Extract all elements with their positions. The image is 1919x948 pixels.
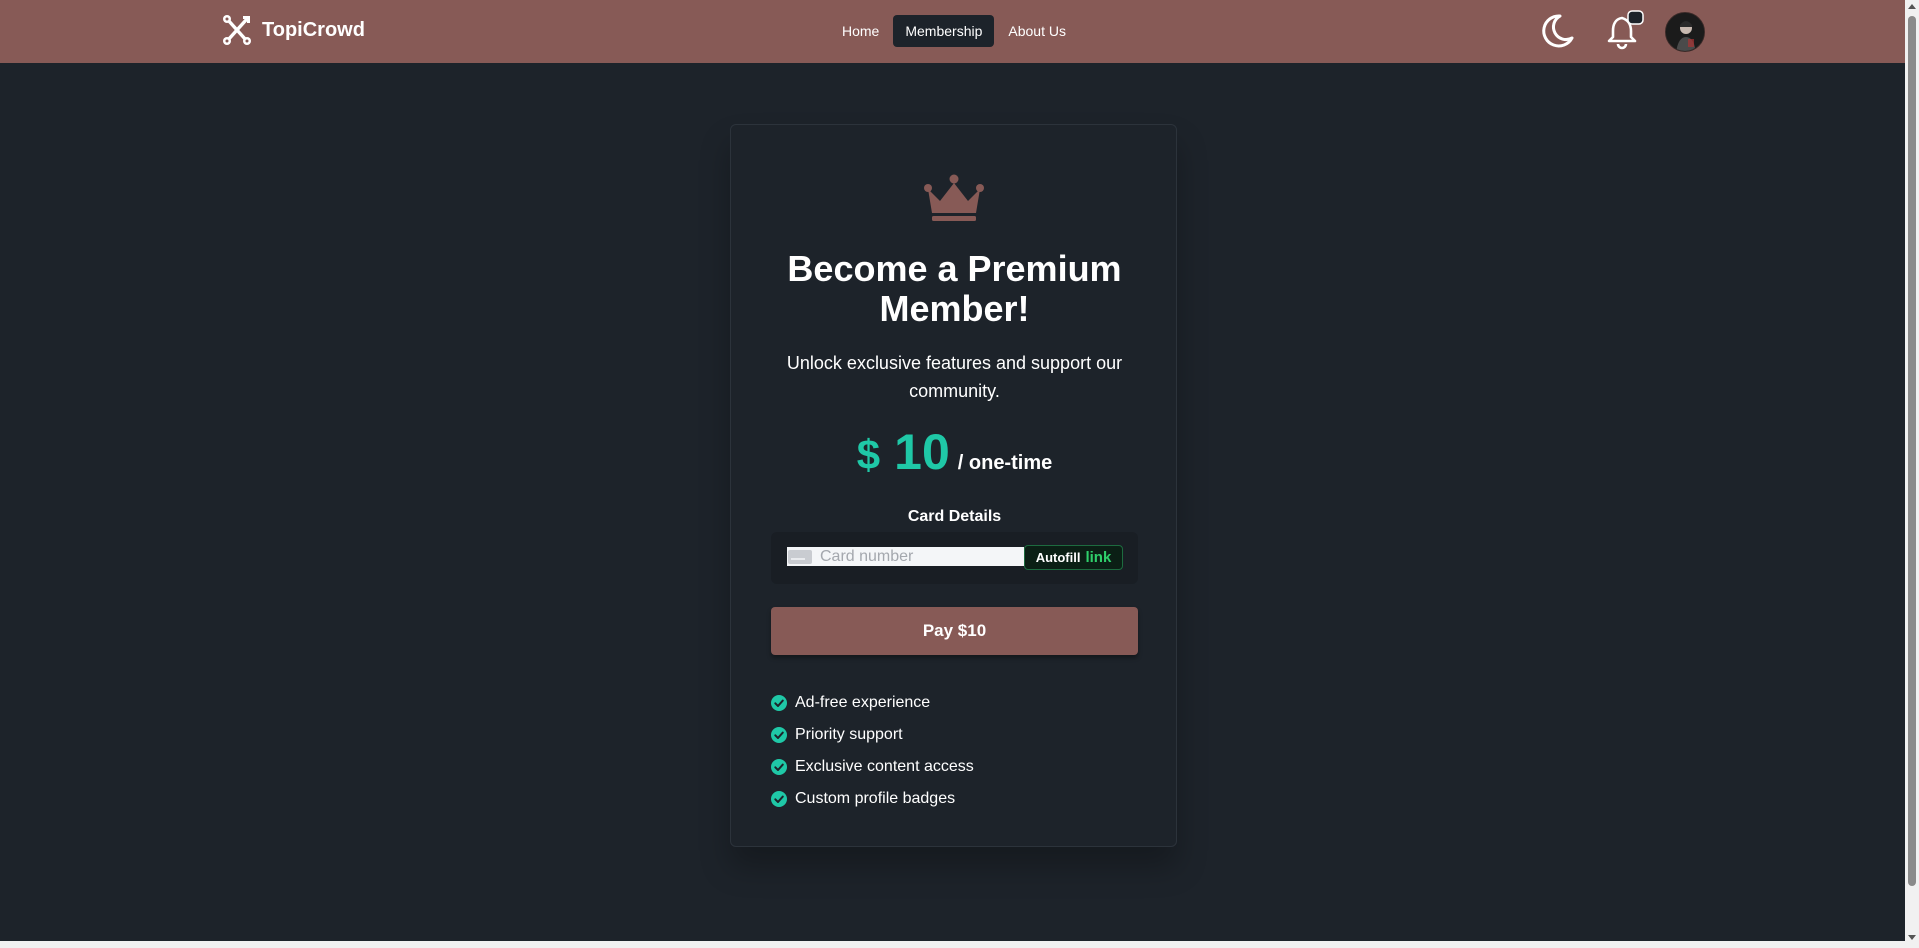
feature-label: Ad-free experience bbox=[795, 694, 931, 711]
features-list: Ad-free experience Priority support Excl… bbox=[771, 687, 1138, 815]
brand-link[interactable]: TopiCrowd bbox=[222, 14, 365, 46]
notifications-button[interactable] bbox=[1604, 10, 1644, 50]
page-subtitle: Unlock exclusive features and support ou… bbox=[786, 353, 1123, 401]
card-number-field bbox=[787, 547, 1024, 566]
autofill-link-button[interactable]: Autofill link bbox=[1024, 545, 1123, 570]
crown-icon bbox=[924, 174, 984, 221]
card-number-input[interactable] bbox=[820, 547, 1020, 566]
check-circle-icon bbox=[771, 727, 787, 743]
scroll-up-arrow-icon[interactable] bbox=[1908, 4, 1916, 9]
nav-link-home[interactable]: Home bbox=[832, 15, 889, 47]
feature-item: Exclusive content access bbox=[771, 751, 1138, 783]
scrollbar-thumb[interactable] bbox=[1908, 16, 1916, 886]
tools-icon bbox=[223, 15, 251, 45]
page-title: Become a Premium Member! bbox=[787, 248, 1122, 329]
credit-card-icon bbox=[788, 549, 812, 564]
price-amount: 10 bbox=[894, 424, 950, 480]
horizontal-scrollbar[interactable] bbox=[0, 941, 1905, 948]
check-circle-icon bbox=[771, 759, 787, 775]
feature-item: Ad-free experience bbox=[771, 687, 1138, 719]
link-logo: link bbox=[1085, 549, 1112, 566]
card-element: Autofill link bbox=[771, 532, 1138, 584]
nav-link-membership[interactable]: Membership bbox=[893, 15, 995, 47]
feature-label: Priority support bbox=[795, 726, 903, 743]
card-details-label: Card Details bbox=[907, 508, 1002, 525]
avatar[interactable] bbox=[1665, 12, 1705, 52]
feature-label: Exclusive content access bbox=[795, 758, 974, 775]
main-nav: Home Membership About Us bbox=[832, 15, 1076, 47]
scroll-down-arrow-icon[interactable] bbox=[1908, 935, 1916, 940]
check-circle-icon bbox=[771, 791, 787, 807]
nav-link-about-us[interactable]: About Us bbox=[998, 15, 1076, 47]
price-period: / one-time bbox=[957, 452, 1053, 474]
autofill-label: Autofill bbox=[1035, 550, 1081, 565]
feature-item: Custom profile badges bbox=[771, 783, 1138, 815]
check-circle-icon bbox=[771, 695, 787, 711]
price-currency: $ bbox=[856, 431, 881, 478]
brand-name: TopiCrowd bbox=[262, 18, 365, 41]
membership-card: Become a Premium Member! Unlock exclusiv… bbox=[730, 124, 1177, 847]
feature-item: Priority support bbox=[771, 719, 1138, 751]
moon-icon bbox=[1542, 14, 1574, 48]
navbar: TopiCrowd Home Membership About Us bbox=[0, 0, 1905, 63]
bell-icon bbox=[1607, 10, 1644, 50]
avatar-image bbox=[1666, 13, 1704, 51]
price: $ 10 / one-time bbox=[731, 423, 1178, 481]
pay-button[interactable]: Pay $10 bbox=[771, 607, 1138, 655]
feature-label: Custom profile badges bbox=[795, 790, 956, 807]
theme-toggle-button[interactable] bbox=[1538, 12, 1576, 50]
vertical-scrollbar[interactable] bbox=[1905, 0, 1919, 948]
